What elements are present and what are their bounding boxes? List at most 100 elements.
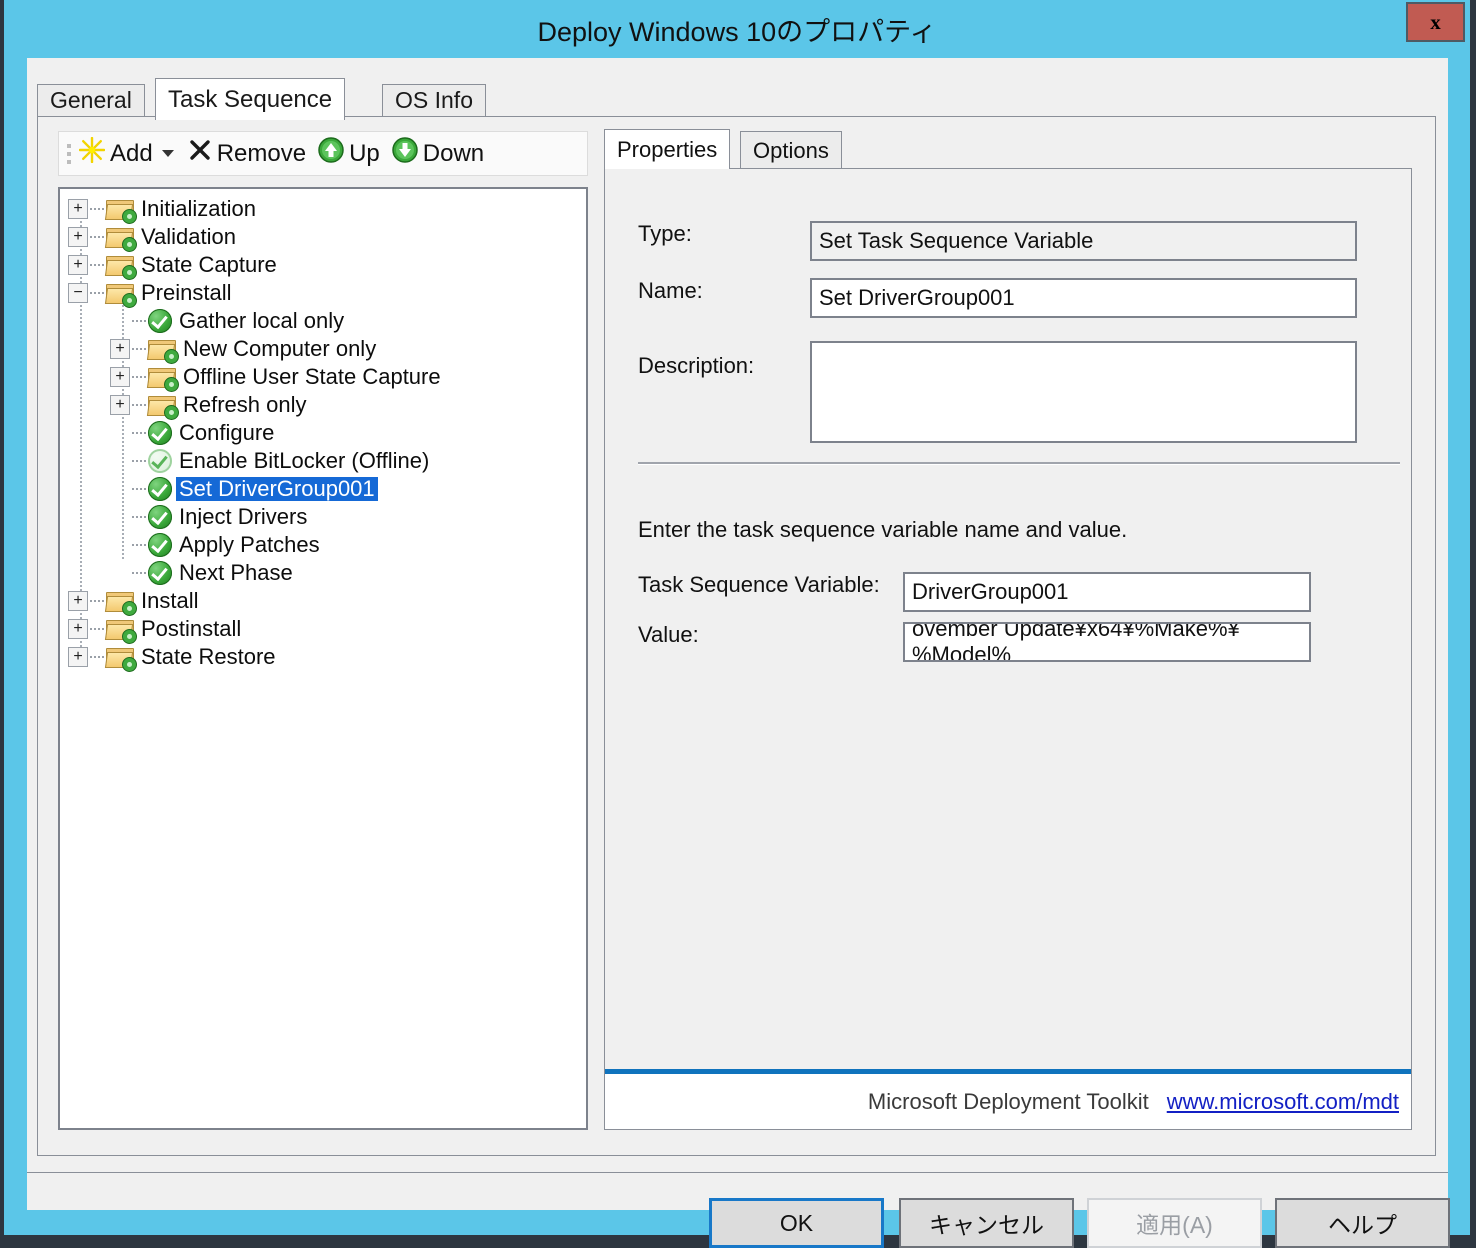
tree-connector — [132, 488, 146, 490]
close-icon[interactable]: x — [1406, 2, 1465, 42]
tree-item[interactable]: Inject Drivers — [60, 503, 586, 531]
variable-input[interactable]: DriverGroup001 — [903, 572, 1311, 612]
name-input[interactable]: Set DriverGroup001 — [810, 278, 1357, 318]
expand-icon[interactable]: + — [68, 227, 88, 247]
expand-icon[interactable]: + — [68, 619, 88, 639]
tree-item-label: Gather local only — [179, 308, 345, 333]
tree-item-label: Set DriverGroup001 — [176, 477, 378, 501]
expand-icon[interactable]: + — [110, 339, 130, 359]
tab-properties[interactable]: Properties — [604, 129, 731, 169]
ok-button[interactable]: OK — [709, 1198, 884, 1248]
expand-icon[interactable]: + — [68, 647, 88, 667]
tree-item-label: Next Phase — [179, 560, 293, 585]
tree-item-label: State Capture — [141, 252, 277, 277]
move-down-button[interactable]: Down — [386, 132, 490, 175]
arrow-up-circle-icon — [318, 137, 344, 170]
tree-item-label: Configure — [179, 420, 275, 445]
green-check-icon — [148, 533, 172, 557]
tree-connector — [132, 404, 146, 406]
dialog-button-bar: OK キャンセル 適用(A) ヘルプ — [27, 1172, 1450, 1248]
tree-item[interactable]: + New Computer only — [60, 335, 586, 363]
folder-gear-icon — [104, 198, 136, 223]
type-label: Type: — [638, 221, 692, 246]
tree-item[interactable]: Apply Patches — [60, 531, 586, 559]
expand-icon[interactable]: + — [68, 591, 88, 611]
tree-item[interactable]: + State Capture — [60, 251, 586, 279]
tree-item-label: Inject Drivers — [179, 504, 308, 529]
tab-general[interactable]: General — [37, 84, 145, 116]
tree-connector — [132, 516, 146, 518]
expand-icon[interactable]: + — [110, 367, 130, 387]
tree-connector — [90, 628, 104, 630]
green-check-icon — [148, 477, 172, 501]
green-check-icon — [148, 421, 172, 445]
value-label: Value: — [638, 622, 699, 647]
tree-item[interactable]: Next Phase — [60, 559, 586, 587]
chevron-down-icon[interactable] — [161, 150, 174, 157]
expand-icon[interactable]: + — [110, 395, 130, 415]
section-divider — [638, 462, 1400, 465]
tab-os-info[interactable]: OS Info — [382, 84, 486, 116]
tree-item-label: Enable BitLocker (Offline) — [179, 448, 430, 473]
properties-subtabs: Properties Options — [604, 129, 1412, 169]
tree-connector — [132, 544, 146, 546]
tree-connector — [90, 208, 104, 210]
folder-gear-icon — [104, 590, 136, 615]
tree-item-selected[interactable]: Set DriverGroup001 — [60, 475, 586, 503]
folder-gear-icon — [146, 338, 178, 363]
expand-icon[interactable]: + — [68, 255, 88, 275]
hint-text: Enter the task sequence variable name an… — [638, 517, 1128, 542]
expand-icon[interactable]: + — [68, 199, 88, 219]
tab-task-sequence[interactable]: Task Sequence — [155, 78, 346, 120]
tree-item-label: Install — [141, 588, 199, 613]
variable-label: Task Sequence Variable: — [638, 572, 880, 597]
tab-options[interactable]: Options — [740, 131, 842, 169]
tree-item[interactable]: + Validation — [60, 223, 586, 251]
add-button[interactable]: Add — [73, 132, 182, 175]
task-sequence-tree[interactable]: + Initialization + Validation + State Capture… — [58, 187, 588, 1130]
collapse-icon[interactable]: − — [68, 283, 88, 303]
value-row: Value: ovember Update¥x64¥%Make%¥%Model% — [638, 622, 1311, 662]
tree-item[interactable]: + Postinstall — [60, 615, 586, 643]
value-input[interactable]: ovember Update¥x64¥%Make%¥%Model% — [903, 622, 1311, 662]
tree-connector — [132, 572, 146, 574]
mdt-website-link[interactable]: www.microsoft.com/mdt — [1167, 1089, 1399, 1115]
description-label: Description: — [638, 353, 755, 378]
green-check-icon — [148, 309, 172, 333]
tree-item-label: Apply Patches — [179, 532, 320, 557]
up-label: Up — [349, 139, 380, 167]
move-up-button[interactable]: Up — [312, 132, 386, 175]
tree-item[interactable]: + Initialization — [60, 195, 586, 223]
folder-gear-icon — [104, 226, 136, 251]
tree-item[interactable]: Gather local only — [60, 307, 586, 335]
tree-item[interactable]: − Preinstall — [60, 279, 586, 307]
client-area: General Task Sequence OS Info Add Remove… — [27, 58, 1450, 1248]
toolbar-grip[interactable] — [59, 132, 73, 175]
folder-gear-icon — [146, 394, 178, 419]
tree-item-label: State Restore — [141, 644, 276, 669]
tree-item[interactable]: + Refresh only — [60, 391, 586, 419]
remove-button[interactable]: Remove — [182, 132, 312, 175]
tree-item[interactable]: + Offline User State Capture — [60, 363, 586, 391]
tree-item[interactable]: Enable BitLocker (Offline) — [60, 447, 586, 475]
tree-item[interactable]: + Install — [60, 587, 586, 615]
tree-connector — [132, 376, 146, 378]
folder-gear-icon — [104, 618, 136, 643]
type-value: Set Task Sequence Variable — [810, 221, 1357, 261]
tree-item[interactable]: Configure — [60, 419, 586, 447]
description-input[interactable] — [810, 341, 1357, 443]
variable-row: Task Sequence Variable: DriverGroup001 — [638, 572, 1311, 612]
tree-item[interactable]: + State Restore — [60, 643, 586, 671]
description-row: Description: — [638, 341, 1357, 443]
help-button[interactable]: ヘルプ — [1275, 1198, 1450, 1248]
title-bar: Deploy Windows 10のプロパティ x — [4, 0, 1470, 58]
cancel-button[interactable]: キャンセル — [899, 1198, 1074, 1248]
green-check-icon — [148, 561, 172, 585]
tab-strip: General Task Sequence OS Info — [37, 78, 1437, 120]
arrow-down-circle-icon — [392, 137, 418, 170]
